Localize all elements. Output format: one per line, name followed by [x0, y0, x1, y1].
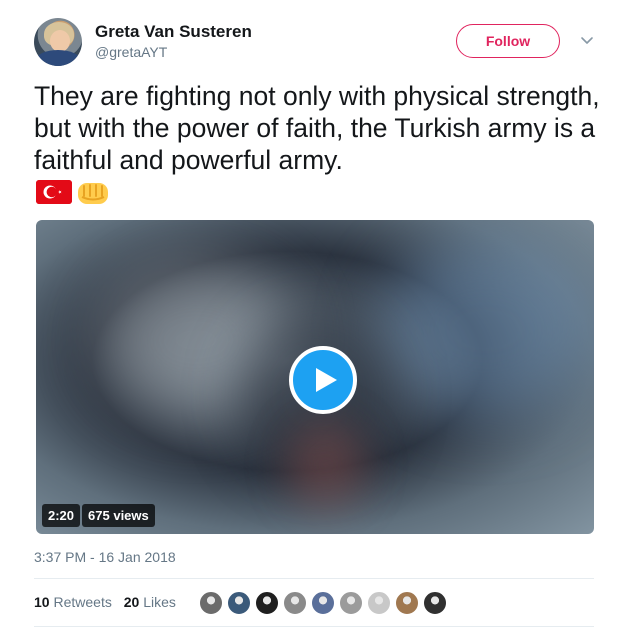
liker-avatar[interactable] [226, 590, 252, 616]
liker-avatar[interactable] [338, 590, 364, 616]
liker-avatar[interactable] [310, 590, 336, 616]
video-badges: 2:20 675 views [42, 504, 155, 527]
tweet-timestamp[interactable]: 3:37 PM - 16 Jan 2018 [34, 549, 176, 565]
video-duration: 2:20 [42, 504, 81, 527]
author-avatar[interactable] [34, 18, 82, 66]
oncoming-fist-icon [78, 183, 108, 204]
liker-avatar[interactable] [254, 590, 280, 616]
tweet-text: They are fighting not only with physical… [34, 81, 600, 175]
likes-label: Likes [143, 594, 176, 610]
liker-avatar[interactable] [282, 590, 308, 616]
likes-stat[interactable]: 20 Likes [124, 594, 176, 610]
video-views: 675 views [82, 504, 155, 527]
liker-avatars [198, 590, 450, 616]
retweets-stat[interactable]: 10 Retweets [34, 594, 112, 610]
retweets-label: Retweets [53, 594, 112, 610]
tweet-emojis [36, 180, 110, 206]
follow-button[interactable]: Follow [456, 24, 560, 58]
turkey-flag-icon [36, 180, 72, 204]
author-name[interactable]: Greta Van Susteren [95, 22, 252, 42]
play-icon [316, 368, 337, 392]
tweet-header: Greta Van Susteren @gretaAYT Follow [34, 18, 604, 68]
retweets-count: 10 [34, 594, 50, 610]
liker-avatar[interactable] [366, 590, 392, 616]
play-button[interactable] [289, 346, 357, 414]
divider-bottom [34, 626, 594, 627]
author-handle[interactable]: @gretaAYT [95, 44, 167, 60]
liker-avatar[interactable] [394, 590, 420, 616]
liker-avatar[interactable] [422, 590, 448, 616]
chevron-down-icon[interactable] [578, 32, 596, 50]
likes-count: 20 [123, 594, 140, 610]
video-player[interactable]: 2:20 675 views [36, 220, 594, 534]
liker-avatar[interactable] [198, 590, 224, 616]
tweet-stats: 10 Retweets 20 Likes [34, 594, 176, 610]
divider [34, 578, 594, 579]
